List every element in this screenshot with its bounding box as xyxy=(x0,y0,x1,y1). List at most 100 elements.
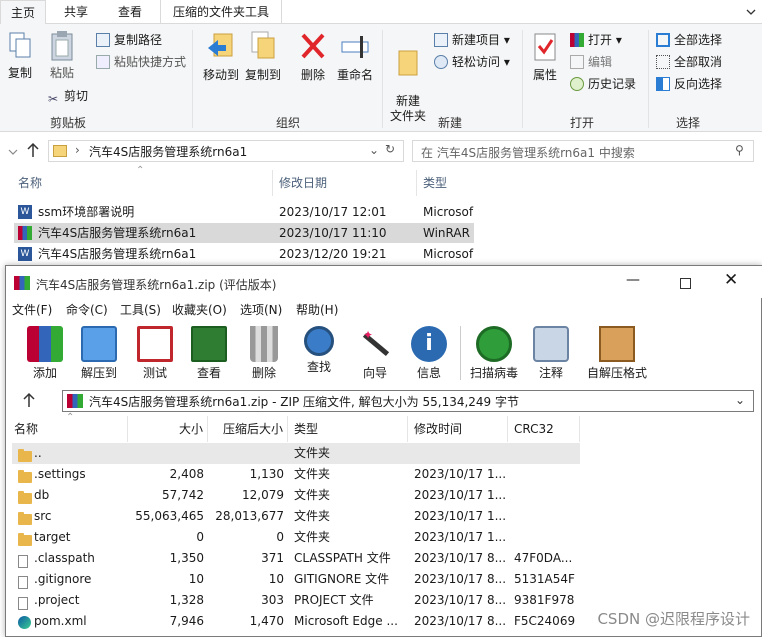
menu-favorites[interactable]: 收藏夹(O) xyxy=(172,301,227,318)
menu-bar: 文件(F) 命令(C) 工具(S) 收藏夹(O) 选项(N) 帮助(H) xyxy=(6,298,762,320)
up-folder-icon[interactable] xyxy=(22,392,36,411)
virus-scan-icon xyxy=(476,326,512,362)
copy-button[interactable]: 复制 xyxy=(4,30,36,81)
comment-button[interactable]: 注释 xyxy=(526,326,576,381)
menu-options[interactable]: 选项(N) xyxy=(240,301,282,318)
invert-selection-button[interactable]: 反向选择 xyxy=(656,74,722,94)
tab-share[interactable]: 共享 xyxy=(52,0,100,24)
select-none-button[interactable]: 全部取消 xyxy=(656,52,722,72)
column-name[interactable]: 名称 xyxy=(12,416,128,442)
select-group-label: 选择 xyxy=(676,116,701,130)
file-row[interactable]: W 汽车4S店服务管理系统rn6a1 2023/12/20 19:21 Micr… xyxy=(14,244,474,264)
history-button[interactable]: 历史记录 xyxy=(570,74,636,94)
up-arrow-icon[interactable] xyxy=(26,142,40,161)
cell-size: 7,946 xyxy=(169,614,204,628)
address-bar[interactable]: › 汽车4S店服务管理系统rn6a1 ⌄ ↻ xyxy=(48,140,404,162)
refresh-icon[interactable]: ↻ xyxy=(385,142,395,156)
address-dropdown-icon[interactable]: ⌄ xyxy=(369,143,379,157)
menu-help[interactable]: 帮助(H) xyxy=(296,301,338,318)
table-row[interactable]: target 0 0 文件夹 2023/10/17 1... xyxy=(12,527,580,548)
close-icon[interactable]: ✕ xyxy=(724,270,738,290)
table-row[interactable]: .settings 2,408 1,130 文件夹 2023/10/17 1... xyxy=(12,464,580,485)
table-row[interactable]: db 57,742 12,079 文件夹 2023/10/17 1... xyxy=(12,485,580,506)
menu-commands[interactable]: 命令(C) xyxy=(66,301,108,318)
move-to-button[interactable]: 移动到 xyxy=(200,30,242,83)
column-packed-size[interactable]: 压缩后大小 xyxy=(208,416,288,442)
archive-path-bar[interactable]: 汽车4S店服务管理系统rn6a1.zip - ZIP 压缩文件, 解包大小为 5… xyxy=(62,390,754,412)
copy-path-button[interactable]: 复制路径 xyxy=(96,30,162,50)
toolbar: 添加 解压到 测试 查看 删除 查找 ✦ 向导 i 信息 扫描病毒 注释 自解压格式 xyxy=(6,320,762,386)
maximize-icon[interactable] xyxy=(680,278,691,289)
view-button[interactable]: 查看 xyxy=(184,326,234,381)
cell-size: 1,350 xyxy=(169,551,204,565)
tab-view[interactable]: 查看 xyxy=(106,0,154,24)
table-row[interactable]: .gitignore 10 10 GITIGNORE 文件 2023/10/17 8..… xyxy=(12,569,580,590)
paste-shortcut-button[interactable]: 粘贴快捷方式 xyxy=(96,52,186,72)
rename-button[interactable]: 重命名 xyxy=(334,30,376,83)
column-type[interactable]: 类型 xyxy=(423,174,447,191)
scissors-icon: ✂ xyxy=(47,92,59,106)
cell-crc: 5131A54F xyxy=(514,572,575,586)
add-button[interactable]: 添加 xyxy=(20,326,70,381)
new-folder-button[interactable]: 新建 文件夹 xyxy=(388,30,428,124)
test-button[interactable]: 测试 xyxy=(130,326,180,381)
delete-archive-button[interactable]: 删除 xyxy=(239,326,289,381)
tab-compressed-tools[interactable]: 压缩的文件夹工具 xyxy=(160,0,282,24)
back-arrow-icon[interactable] xyxy=(8,146,18,160)
cell-mtime: 2023/10/17 8... xyxy=(414,614,507,628)
column-type[interactable]: 类型 xyxy=(288,416,408,442)
menu-file[interactable]: 文件(F) xyxy=(12,301,52,318)
minimize-icon[interactable]: — xyxy=(626,272,640,288)
magnifier-icon xyxy=(304,326,334,356)
path-dropdown-icon[interactable]: ⌄ xyxy=(735,393,745,407)
extract-to-button[interactable]: 解压到 xyxy=(74,326,124,381)
find-button[interactable]: 查找 xyxy=(294,326,344,375)
info-button[interactable]: i 信息 xyxy=(404,326,454,381)
paste-button[interactable]: 粘贴 xyxy=(44,30,80,81)
table-row[interactable]: src 55,063,465 28,013,677 文件夹 2023/10/17 1..… xyxy=(12,506,580,527)
column-modified[interactable]: 修改时间 xyxy=(408,416,508,442)
cut-button[interactable]: ✂ 剪切 xyxy=(46,86,88,106)
search-box[interactable]: 在 汽车4S店服务管理系统rn6a1 中搜索 ⚲ xyxy=(412,140,754,162)
word-document-icon: W xyxy=(18,247,32,261)
column-name[interactable]: 名称 xyxy=(18,174,42,191)
cell-type: GITIGNORE 文件 xyxy=(294,572,390,586)
table-row[interactable]: .project 1,328 303 PROJECT 文件 2023/10/17 8..… xyxy=(12,590,580,611)
column-date[interactable]: 修改日期 xyxy=(279,174,327,191)
cell-mtime: 2023/10/17 8... xyxy=(414,551,507,565)
file-row[interactable]: W ssm环境部署说明 2023/10/17 12:01 Microsof xyxy=(14,202,474,222)
table-row[interactable]: .classpath 1,350 371 CLASSPATH 文件 2023/10/17… xyxy=(12,548,580,569)
collapse-ribbon-icon[interactable] xyxy=(746,6,756,16)
cell-type: 文件夹 xyxy=(294,530,331,544)
select-all-icon xyxy=(656,33,670,47)
cell-packed: 303 xyxy=(261,593,284,607)
cell-name: target xyxy=(34,530,71,544)
cell-packed: 1,470 xyxy=(249,614,284,628)
cell-name: db xyxy=(34,488,50,502)
virus-scan-button[interactable]: 扫描病毒 xyxy=(466,326,522,381)
edit-button[interactable]: 编辑 xyxy=(570,52,612,72)
tab-home[interactable]: 主页 xyxy=(0,0,46,25)
select-all-button[interactable]: 全部选择 xyxy=(656,30,722,50)
copy-to-button[interactable]: 复制到 xyxy=(242,30,284,83)
sfx-button[interactable]: 自解压格式 xyxy=(582,326,652,381)
sort-ascending-icon: ⌃ xyxy=(136,165,145,176)
delete-button[interactable]: 删除 xyxy=(296,30,330,83)
winrar-title-bar: 汽车4S店服务管理系统rn6a1.zip (评估版本) — ✕ xyxy=(6,266,762,298)
open-button[interactable]: 打开 ▾ xyxy=(570,30,622,50)
new-item-button[interactable]: 新建项目 ▾ xyxy=(434,30,510,50)
properties-button[interactable]: 属性 xyxy=(528,30,562,83)
winrar-archive-icon xyxy=(18,226,32,240)
table-row[interactable]: pom.xml 7,946 1,470 Microsoft Edge ... 2023/… xyxy=(12,611,580,632)
file-row-selected[interactable]: 汽车4S店服务管理系统rn6a1 2023/10/17 11:10 WinRAR xyxy=(14,223,474,243)
ribbon: 复制 粘贴 复制路径 粘贴快捷方式 ✂ 剪切 剪贴板 移动到 复制到 删除 重命名… xyxy=(0,24,762,132)
copy-to-icon xyxy=(251,31,275,59)
column-size[interactable]: 大小 xyxy=(128,416,208,442)
table-row[interactable]: .. 文件夹 xyxy=(12,443,580,464)
easy-access-button[interactable]: 轻松访问 ▾ xyxy=(434,52,510,72)
wizard-button[interactable]: ✦ 向导 xyxy=(350,326,400,381)
search-input[interactable]: 在 汽车4S店服务管理系统rn6a1 中搜索 xyxy=(421,144,635,161)
column-crc32[interactable]: CRC32 xyxy=(508,416,580,442)
menu-tools[interactable]: 工具(S) xyxy=(120,301,161,318)
new-group-label: 新建 xyxy=(438,116,463,130)
